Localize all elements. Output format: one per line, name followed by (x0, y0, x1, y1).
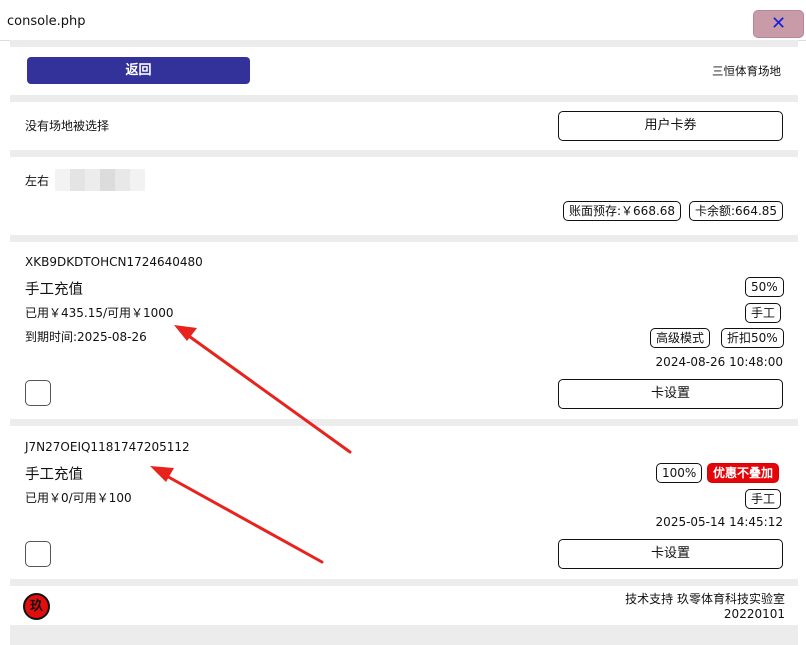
user-name: 左右 (25, 174, 50, 188)
annotation-arrow (174, 325, 352, 454)
no-stacking-tag: 优惠不叠加 (707, 463, 780, 483)
card-number: XKB9DKDTOHCN1724640480 (25, 255, 203, 269)
company-logo: 玖 (23, 593, 50, 620)
version-text: 20220101 (723, 607, 785, 621)
discount-tag: 100% (656, 463, 703, 483)
manual-tag: 手工 (745, 489, 782, 509)
venue-name: 三恒体育场地 (712, 64, 781, 78)
card-balance-badge: 卡余额:664.85 (689, 201, 784, 221)
advanced-mode-tag: 高级模式 (650, 328, 711, 348)
manual-tag: 手工 (745, 303, 782, 323)
redacted-user-id (55, 169, 145, 191)
card-checkbox[interactable] (25, 541, 51, 567)
card-title: 手工充值 (25, 282, 83, 298)
card-usage: 已用￥435.15/可用￥1000 (25, 306, 174, 320)
close-icon: ✕ (770, 13, 787, 34)
card-title: 手工充值 (25, 467, 83, 483)
divider (10, 150, 798, 157)
back-button[interactable]: 返回 (27, 57, 250, 84)
discount-rate-tag: 折扣50% (721, 328, 784, 348)
bottom-bar (10, 625, 798, 645)
card-usage: 已用￥0/可用￥100 (25, 491, 132, 505)
venue-status-text: 没有场地被选择 (25, 119, 110, 133)
title-bar: console.php ✕ (0, 0, 806, 41)
support-text: 技术支持 玖零体育科技实验室 (625, 592, 785, 606)
divider (10, 419, 798, 426)
close-button[interactable]: ✕ (753, 10, 804, 38)
divider (10, 579, 798, 586)
annotation-arrow (150, 466, 324, 564)
divider (10, 95, 798, 102)
discount-tag: 50% (745, 277, 784, 297)
card-expiry: 到期时间:2025-08-26 (25, 330, 147, 344)
user-coupon-button[interactable]: 用户卡券 (558, 111, 783, 141)
card-settings-button[interactable]: 卡设置 (558, 379, 783, 409)
card-date: 2025-05-14 14:45:12 (655, 515, 783, 529)
card-settings-button[interactable]: 卡设置 (558, 539, 783, 569)
card-date: 2024-08-26 10:48:00 (655, 355, 783, 369)
divider (10, 40, 798, 47)
card-number: J7N27OEIQ1181747205112 (25, 440, 190, 454)
divider (10, 235, 798, 242)
book-balance-badge: 账面预存:￥668.68 (563, 201, 682, 221)
window-title: console.php (7, 14, 86, 29)
card-checkbox[interactable] (25, 380, 51, 406)
